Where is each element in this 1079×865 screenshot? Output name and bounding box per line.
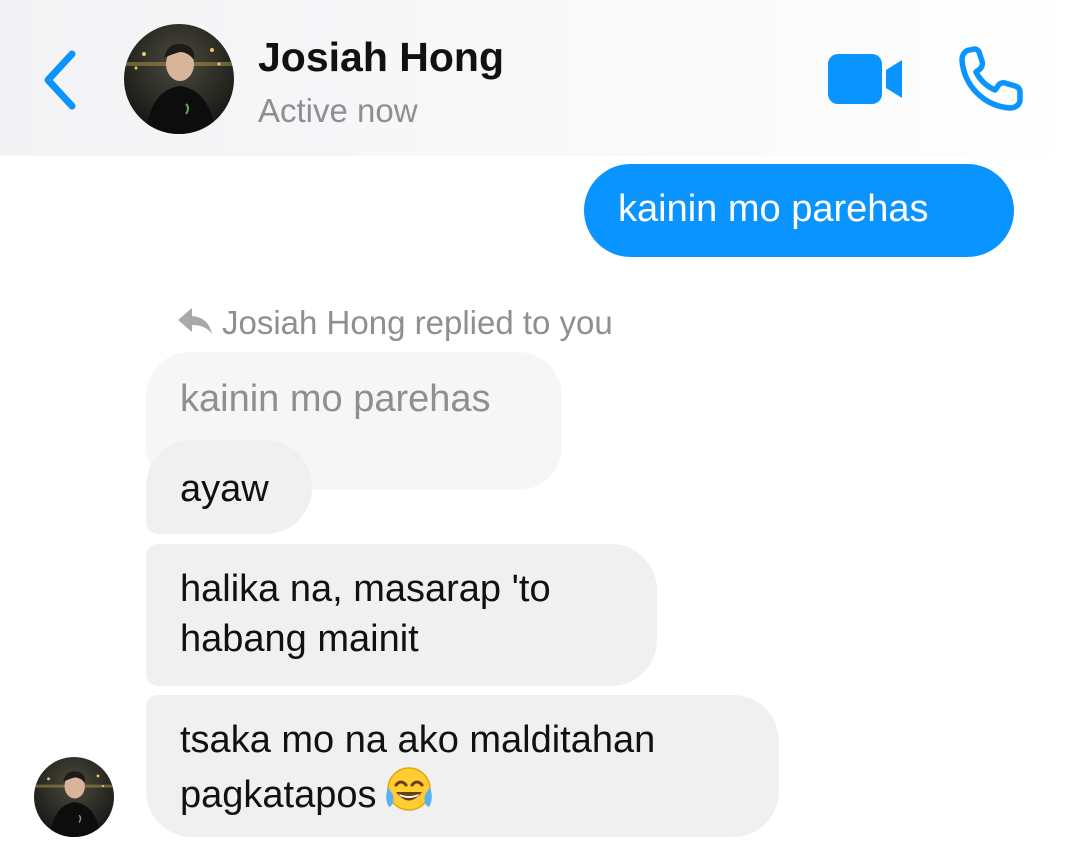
video-call-button[interactable] (826, 52, 906, 106)
chat-screen: Josiah Hong Active now kainin mo parehas… (0, 0, 1079, 865)
phone-icon (959, 46, 1023, 111)
contact-avatar[interactable] (124, 24, 234, 134)
sender-avatar[interactable] (34, 757, 114, 837)
message-text: ayaw (180, 468, 269, 510)
active-status: Active now (258, 92, 418, 129)
reply-indicator: Josiah Hong replied to you (176, 304, 613, 342)
message-text-line-2: pagkatapos (180, 774, 377, 816)
avatar-photo (34, 757, 114, 837)
chat-header: Josiah Hong Active now (0, 0, 1079, 156)
voice-call-button[interactable] (956, 44, 1026, 114)
received-message-bubble[interactable]: halika na, masarap 'to habang mainit (146, 544, 657, 686)
message-text-line-1: halika na, masarap 'to (180, 568, 551, 610)
sent-message-text: kainin mo parehas (618, 188, 929, 230)
quoted-message-text: kainin mo parehas (180, 378, 491, 420)
avatar-photo (124, 24, 234, 134)
chevron-left-icon (44, 50, 76, 110)
contact-name[interactable]: Josiah Hong (258, 34, 504, 81)
received-message-bubble[interactable]: tsaka mo na ako malditahan pagkatapos (146, 695, 779, 837)
message-text-line-2: habang mainit (180, 618, 419, 660)
sent-message-bubble[interactable]: kainin mo parehas (584, 164, 1014, 257)
message-text-line-1: tsaka mo na ako malditahan (180, 719, 656, 761)
reply-label-text: Josiah Hong replied to you (222, 304, 613, 341)
video-camera-icon (828, 54, 902, 104)
received-message-bubble[interactable]: ayaw (146, 440, 312, 534)
tears-of-joy-emoji (385, 767, 432, 811)
reply-arrow-icon (178, 308, 212, 334)
back-button[interactable] (36, 48, 86, 112)
